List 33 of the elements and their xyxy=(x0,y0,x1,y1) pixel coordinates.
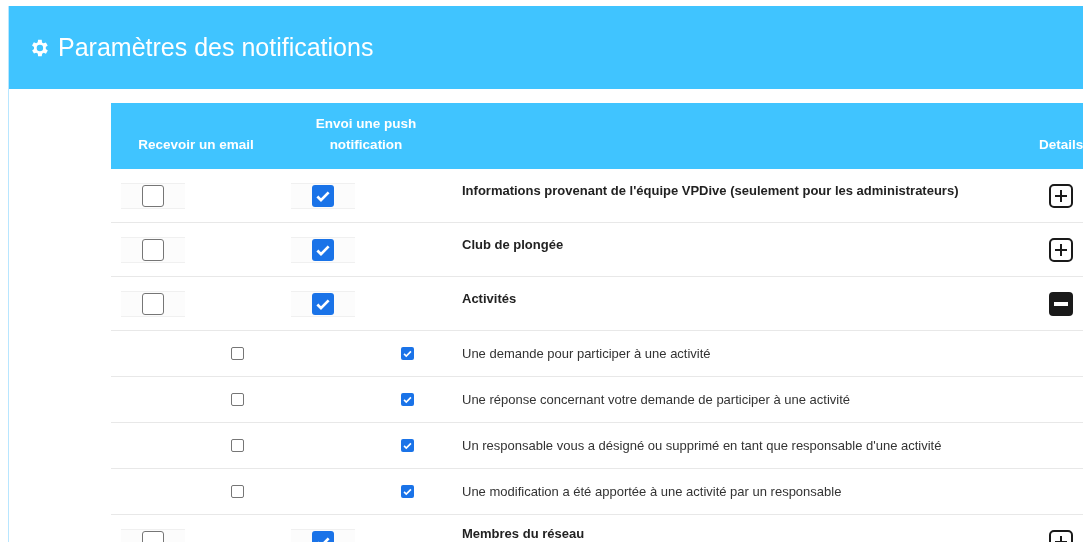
category-label: Informations provenant de l'équipe VPDive (seulement pour les administrateurs) xyxy=(461,182,960,200)
expand-icon[interactable] xyxy=(1049,237,1073,262)
checkbox[interactable] xyxy=(401,485,414,498)
checkbox[interactable] xyxy=(401,393,414,406)
notification-label: Une modification a été apportée à une activité par un responsable xyxy=(462,484,842,499)
checkbox[interactable] xyxy=(231,393,244,406)
notification-label: Une réponse concernant votre demande de participer à une activité xyxy=(462,392,851,407)
checkbox[interactable] xyxy=(142,184,164,207)
checkbox[interactable] xyxy=(142,292,164,315)
checkmark-icon xyxy=(402,394,413,405)
column-header: Envoi une push notification xyxy=(314,115,418,154)
checkbox[interactable] xyxy=(231,485,244,498)
checkbox[interactable] xyxy=(312,184,334,207)
category-label: Activités xyxy=(461,290,518,308)
notification-label: Un responsable vous a désigné ou supprimé en tant que responsable d'une activité xyxy=(462,438,942,453)
checkbox[interactable] xyxy=(142,238,164,261)
checkbox[interactable] xyxy=(401,439,414,452)
checkmark-icon xyxy=(402,486,413,497)
column-header: Details xyxy=(1039,136,1083,154)
category-label: Membres du réseau xyxy=(461,525,586,542)
checkbox[interactable] xyxy=(312,292,334,315)
column-header: Recevoir un email xyxy=(137,136,255,154)
checkbox[interactable] xyxy=(231,439,244,452)
notification-label: Une demande pour participer à une activité xyxy=(462,346,711,361)
category-label: Club de plongée xyxy=(461,236,565,254)
checkmark-icon xyxy=(402,348,413,359)
collapse-icon[interactable] xyxy=(1049,291,1073,316)
checkbox[interactable] xyxy=(231,347,244,360)
expand-icon[interactable] xyxy=(1049,183,1073,208)
checkbox[interactable] xyxy=(312,238,334,261)
checkmark-icon xyxy=(402,440,413,451)
page-title: Paramètres des notifications xyxy=(58,33,374,62)
checkbox[interactable] xyxy=(401,347,414,360)
